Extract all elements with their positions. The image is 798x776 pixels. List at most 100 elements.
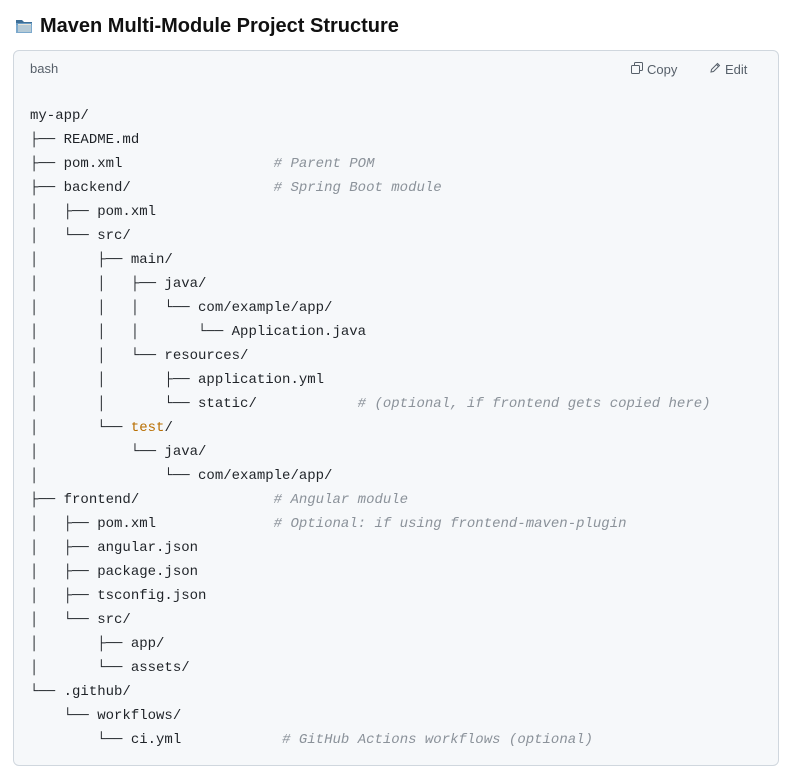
tree-prefix: ├── <box>30 132 64 148</box>
highlighted-name: test <box>130 420 165 436</box>
entry-name: .github/ <box>63 684 131 700</box>
folder-icon <box>14 16 34 36</box>
tree-prefix: │ ├── <box>30 564 98 580</box>
entry-name: package.json <box>97 564 199 580</box>
code-line: │ │ │ └── Application.java <box>30 320 711 344</box>
entry-name: application.yml <box>198 372 325 388</box>
code-line: ├── backend/ # Spring Boot module <box>30 176 711 200</box>
entry-name: src/ <box>97 612 131 628</box>
tree-prefix: │ └── <box>30 444 165 460</box>
code-comment: # Optional: if using frontend-maven-plug… <box>273 516 627 532</box>
code-line: │ │ └── resources/ <box>30 344 711 368</box>
code-line: │ │ └── static/ # (optional, if frontend… <box>30 392 711 416</box>
tree-prefix: │ └── <box>30 612 98 628</box>
code-line: │ └── assets/ <box>30 656 711 680</box>
copy-label: Copy <box>647 61 678 77</box>
entry-name: angular.json <box>97 540 199 556</box>
tree-prefix: │ ├── <box>30 636 131 652</box>
tree-prefix: ├── <box>30 492 64 508</box>
entry-suffix: / <box>164 420 173 436</box>
entry-name: app/ <box>130 636 165 652</box>
code-line: │ └── test/ <box>30 416 711 440</box>
entry-name: ci.yml <box>130 732 182 748</box>
comment-padding <box>181 732 282 748</box>
tree-prefix: │ │ ├── <box>30 276 165 292</box>
code-line: │ └── java/ <box>30 440 711 464</box>
tree-prefix: │ └── <box>30 468 199 484</box>
entry-name: my-app/ <box>30 108 89 124</box>
entry-name: static/ <box>198 396 257 412</box>
entry-name: workflows/ <box>97 708 182 724</box>
edit-label: Edit <box>725 61 748 77</box>
entry-name: Application.java <box>231 324 367 340</box>
code-content[interactable]: my-app/├── README.md ├── pom.xml # Parent… <box>30 104 711 752</box>
tree-prefix: ├── <box>30 180 64 196</box>
code-line: │ ├── main/ <box>30 248 711 272</box>
code-line: │ │ ├── java/ <box>30 272 711 296</box>
tree-prefix: └── <box>30 684 64 700</box>
comment-padding <box>131 180 274 196</box>
tree-prefix: │ ├── <box>30 204 98 220</box>
code-line: my-app/ <box>30 104 711 128</box>
code-comment: # GitHub Actions workflows (optional) <box>282 732 593 748</box>
tree-prefix: │ ├── <box>30 588 98 604</box>
copy-icon <box>631 61 643 77</box>
comment-padding <box>139 492 273 508</box>
language-label: bash <box>30 61 59 76</box>
comment-padding <box>257 396 358 412</box>
edit-button[interactable]: Edit <box>709 59 747 79</box>
entry-name: com/example/app/ <box>198 468 333 484</box>
tree-prefix: │ │ │ └── <box>30 300 199 316</box>
entry-name: tsconfig.json <box>97 588 207 604</box>
tree-prefix: │ └── <box>30 660 131 676</box>
code-line: │ └── src/ <box>30 224 711 248</box>
tree-prefix: └── <box>30 708 98 724</box>
code-comment: # (optional, if frontend gets copied her… <box>357 396 711 412</box>
entry-name: pom.xml <box>63 156 123 172</box>
code-comment: # Parent POM <box>273 156 375 172</box>
code-line: │ └── src/ <box>30 608 711 632</box>
entry-name: src/ <box>97 228 131 244</box>
page-title-text: Maven Multi-Module Project Structure <box>40 14 399 37</box>
code-line: │ ├── pom.xml <box>30 200 711 224</box>
code-line: └── workflows/ <box>30 704 711 728</box>
tree-prefix: │ └── <box>30 228 98 244</box>
tree-prefix: ├── <box>30 156 64 172</box>
tree-prefix: │ │ └── <box>30 396 199 412</box>
tree-prefix: │ ├── <box>30 540 98 556</box>
entry-name: resources/ <box>164 348 249 364</box>
tree-prefix: │ ├── <box>30 516 98 532</box>
code-line: └── .github/ <box>30 680 711 704</box>
code-block: bash Copy Edit my-app/├── README.md ├── p… <box>13 50 779 766</box>
tree-prefix: │ ├── <box>30 252 131 268</box>
entry-name: frontend/ <box>63 492 140 508</box>
code-line: └── ci.yml # GitHub Actions workflows (o… <box>30 728 711 752</box>
entry-name: java/ <box>164 444 207 460</box>
code-line: │ ├── pom.xml # Optional: if using front… <box>30 512 711 536</box>
entry-name: pom.xml <box>97 516 157 532</box>
entry-name: backend/ <box>63 180 131 196</box>
code-line: │ │ │ └── com/example/app/ <box>30 296 711 320</box>
comment-padding <box>122 156 273 172</box>
tree-prefix: │ └── <box>30 420 131 436</box>
copy-button[interactable]: Copy <box>631 59 677 79</box>
code-comment: # Spring Boot module <box>273 180 442 196</box>
entry-name: main/ <box>130 252 173 268</box>
entry-name: README.md <box>63 132 140 148</box>
pencil-icon <box>709 62 721 77</box>
code-line: ├── frontend/ # Angular module <box>30 488 711 512</box>
code-comment: # Angular module <box>273 492 409 508</box>
comment-padding <box>156 516 274 532</box>
code-line: ├── pom.xml # Parent POM <box>30 152 711 176</box>
page-title: Maven Multi-Module Project Structure <box>14 12 399 40</box>
code-line: │ │ ├── application.yml <box>30 368 711 392</box>
code-line: │ ├── tsconfig.json <box>30 584 711 608</box>
entry-name: pom.xml <box>97 204 157 220</box>
tree-prefix: │ │ │ └── <box>30 324 232 340</box>
code-block-header: bash Copy Edit <box>14 51 778 87</box>
code-line: │ ├── angular.json <box>30 536 711 560</box>
code-line: │ ├── package.json <box>30 560 711 584</box>
entry-name: java/ <box>164 276 207 292</box>
entry-name: assets/ <box>130 660 190 676</box>
entry-name: com/example/app/ <box>198 300 333 316</box>
